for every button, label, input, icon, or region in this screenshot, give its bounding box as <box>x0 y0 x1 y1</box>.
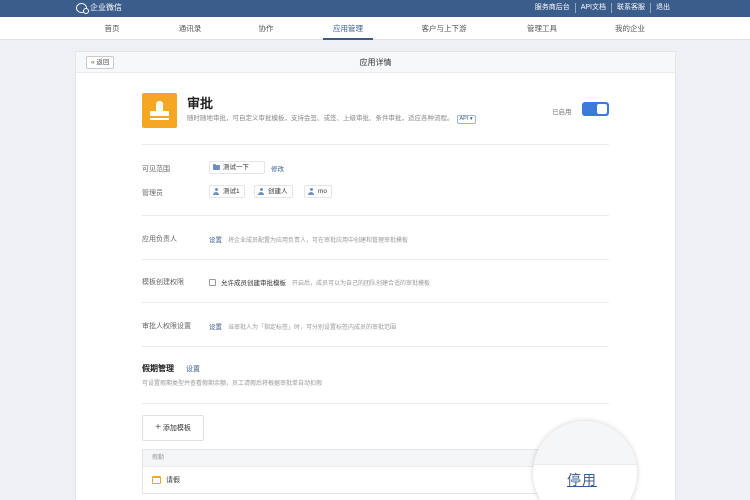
app-name: 审批 <box>187 96 214 111</box>
divider <box>142 302 609 303</box>
divider <box>142 259 609 260</box>
owner-hint: 将企业成员配置为应用负责人，可在审批应用中创建和管理审批模板 <box>228 237 409 244</box>
admin-tag: 测试1 <box>209 185 245 198</box>
visibility-edit-link[interactable]: 修改 <box>271 163 284 173</box>
approver-perm-label: 审批人权限设置 <box>142 323 191 330</box>
nav-home[interactable]: 首页 <box>105 17 120 40</box>
link-api-docs[interactable]: API文档 <box>574 3 611 13</box>
folder-icon <box>213 164 220 170</box>
leave-title: 假期管理 <box>142 364 174 373</box>
allow-members-label[interactable]: 允许成员创建审批模板 <box>221 277 286 287</box>
nav-customers[interactable]: 客户与上下游 <box>422 17 467 40</box>
person-icon <box>213 188 219 195</box>
logo[interactable]: 企业微信 <box>76 2 122 14</box>
app-description-text: 随时随地审批，可自定义审批模板，支持会签、或签、上级审批、条件审批，适应各种流程… <box>187 115 454 122</box>
divider <box>142 215 609 216</box>
api-dropdown[interactable]: API ▾ <box>456 115 476 124</box>
admin-name: 创建人 <box>268 188 288 195</box>
nav-contacts[interactable]: 通讯录 <box>179 17 202 40</box>
admin-tag: mo <box>304 185 333 198</box>
app-description: 随时随地审批，可自定义审批模板，支持会签、或签、上级审批、条件审批，适应各种流程… <box>187 112 476 124</box>
main-nav: 首页 通讯录 协作 应用管理 客户与上下游 管理工具 我的企业 <box>0 17 750 40</box>
calendar-icon <box>152 476 161 484</box>
logo-text: 企业微信 <box>90 3 122 12</box>
divider <box>142 403 609 404</box>
plus-icon: + <box>155 422 161 433</box>
card-header: « 返回 应用详情 <box>76 52 675 73</box>
leave-description: 可设置假期类型并查看假期余额，员工请假后将根据审批单自动扣假 <box>142 381 323 387</box>
allow-members-checkbox[interactable] <box>209 278 216 286</box>
admin-tag: 创建人 <box>254 185 293 198</box>
add-template-button[interactable]: + 添加模板 <box>142 415 204 441</box>
top-links: 服务商后台 API文档 联系客服 退出 <box>530 3 675 13</box>
status-label: 已启用 <box>552 109 572 116</box>
magnified-table-header <box>533 421 637 465</box>
link-contact-support[interactable]: 联系客服 <box>611 3 650 13</box>
add-template-label: 添加模板 <box>162 425 191 432</box>
person-icon <box>308 188 314 195</box>
owner-row: 设置 将企业成员配置为应用负责人，可在审批应用中创建和管理审批模板 <box>209 234 408 244</box>
top-bar: 企业微信 服务商后台 API文档 联系客服 退出 <box>0 0 750 17</box>
nav-collaboration[interactable]: 协作 <box>259 17 274 40</box>
chat-bubble-icon <box>76 2 89 14</box>
visibility-value: 测试一下 <box>223 164 249 171</box>
link-logout[interactable]: 退出 <box>650 3 675 13</box>
visibility-label: 可见范围 <box>142 166 170 173</box>
enable-toggle[interactable] <box>582 102 609 116</box>
admins-label: 管理员 <box>142 190 163 197</box>
disable-template-link[interactable]: 停用 <box>567 470 597 490</box>
template-perm-label: 模板创建权限 <box>142 279 184 286</box>
visibility-scope-tag: 测试一下 <box>209 161 265 174</box>
template-name: 请假 <box>166 477 180 484</box>
template-perm-hint: 开启后，成员可以为自己的团队创建合适的审批模板 <box>292 280 431 287</box>
approver-perm-set-link[interactable]: 设置 <box>209 321 222 331</box>
magnifier-callout: 停用 <box>533 421 637 500</box>
admin-name: mo <box>318 188 328 195</box>
divider <box>142 346 609 347</box>
link-provider-console[interactable]: 服务商后台 <box>530 3 575 13</box>
toggle-knob <box>597 104 607 114</box>
owner-label: 应用负责人 <box>142 236 177 243</box>
leave-set-link[interactable]: 设置 <box>186 364 200 374</box>
admin-name: 测试1 <box>223 188 240 195</box>
nav-my-enterprise[interactable]: 我的企业 <box>615 17 645 40</box>
approver-perm-hint: 当审批人为「指定标签」时，可分别设置标签内成员的审批范围 <box>228 324 397 331</box>
nav-app-management[interactable]: 应用管理 <box>323 17 373 40</box>
approver-perm-row: 设置 当审批人为「指定标签」时，可分别设置标签内成员的审批范围 <box>209 321 396 331</box>
person-icon <box>258 188 264 195</box>
owner-set-link[interactable]: 设置 <box>209 234 222 244</box>
page-title: 应用详情 <box>359 58 392 67</box>
stamp-icon <box>142 93 177 128</box>
nav-management-tools[interactable]: 管理工具 <box>527 17 557 40</box>
template-perm-row: 允许成员创建审批模板 开启后，成员可以为自己的团队创建合适的审批模板 <box>209 277 430 287</box>
divider <box>142 144 609 145</box>
